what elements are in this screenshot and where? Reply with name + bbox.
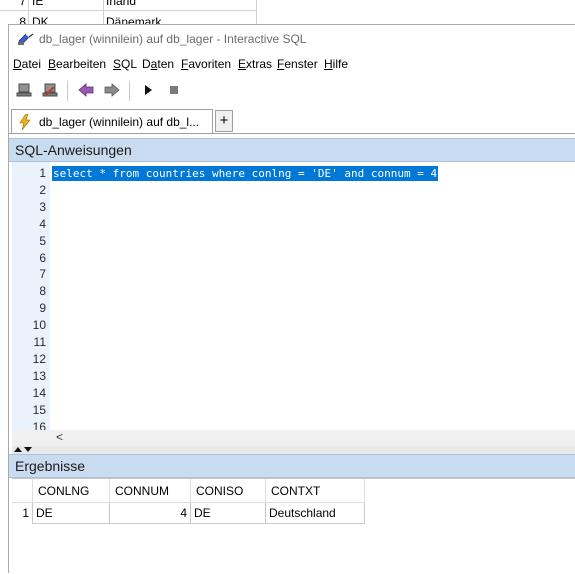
line-number: 5	[39, 233, 46, 248]
forward-button[interactable]	[101, 81, 123, 101]
row-number: 1	[12, 502, 33, 524]
connect-button[interactable]	[13, 81, 35, 101]
window-title: db_lager (winnilein) auf db_lager - Inte…	[39, 32, 307, 46]
menu-extras[interactable]: Extras	[238, 57, 272, 71]
forward-arrow-icon	[104, 82, 120, 100]
table-row[interactable]: 1 DE 4 DE Deutschland	[12, 502, 365, 524]
line-number: 4	[39, 216, 46, 231]
stop-button[interactable]	[163, 81, 185, 101]
line-number: 10	[32, 318, 46, 333]
results-section-title: Ergebnisse	[15, 458, 86, 474]
menu-fenster[interactable]: Fenster	[277, 57, 318, 71]
line-number: 12	[32, 351, 46, 366]
execute-icon	[142, 84, 154, 99]
column-header-conlng[interactable]: CONLNG	[32, 479, 110, 503]
table-header-row: CONLNG CONNUM CONISO CONTXT	[12, 479, 365, 503]
line-number: 6	[39, 250, 46, 265]
cell-contxt[interactable]: Deutschland	[265, 502, 365, 524]
lightning-icon	[18, 113, 32, 133]
connection-tabs: db_lager (winnilein) auf db_l... +	[9, 107, 575, 134]
disconnect-icon	[42, 82, 58, 101]
toolbar-separator	[129, 81, 130, 101]
horizontal-scrollbar[interactable]: <	[12, 430, 575, 446]
menu-key: E	[238, 57, 247, 71]
row-header-corner	[12, 479, 33, 503]
cell-coniso[interactable]: DE	[190, 502, 266, 524]
line-number: 13	[32, 368, 46, 383]
menu-hilfe[interactable]: Hilfe	[324, 57, 348, 71]
column-header-contxt[interactable]: CONTXT	[265, 479, 365, 503]
tab-label: db_lager (winnilein) auf db_l...	[39, 115, 200, 129]
country-code: IE	[32, 0, 44, 8]
disconnect-button[interactable]	[39, 81, 61, 101]
menu-key: F	[277, 57, 285, 71]
results-section-header: Ergebnisse	[9, 454, 575, 478]
toolbar-separator	[67, 81, 68, 101]
country-name: Irland	[106, 0, 137, 8]
tab-connection[interactable]: db_lager (winnilein) auf db_l...	[11, 109, 213, 133]
back-button[interactable]	[75, 81, 97, 101]
scroll-left-icon[interactable]: <	[56, 430, 63, 444]
cell-conlng[interactable]: DE	[32, 502, 110, 524]
stop-icon	[168, 84, 180, 99]
menu-key: F	[181, 57, 189, 71]
results-table: CONLNG CONNUM CONISO CONTXT 1 DE 4 DE De…	[12, 479, 365, 524]
sql-window-icon	[17, 32, 34, 46]
menu-key: H	[324, 57, 333, 71]
execute-button[interactable]	[137, 81, 159, 101]
sql-section-header: SQL-Anweisungen	[9, 138, 575, 162]
menu-bar: Datei Bearbeiten SQL Daten Favoriten Ext…	[9, 55, 575, 75]
row-divider	[0, 10, 256, 11]
line-number: 9	[39, 301, 46, 316]
line-number: 2	[39, 182, 46, 197]
add-tab-button[interactable]: +	[215, 110, 233, 132]
line-number: 8	[39, 284, 46, 299]
sql-section-title: SQL-Anweisungen	[15, 142, 132, 158]
connect-icon	[16, 82, 32, 101]
sql-statement[interactable]: select * from countries where conlng = '…	[52, 166, 439, 181]
interactive-sql-window: db_lager (winnilein) auf db_lager - Inte…	[8, 24, 575, 574]
menu-key: B	[48, 57, 57, 71]
line-number: 3	[39, 199, 46, 214]
menu-daten[interactable]: Daten	[142, 57, 174, 71]
line-number: 1	[39, 166, 46, 180]
column-header-coniso[interactable]: CONISO	[190, 479, 266, 503]
cell-connum[interactable]: 4	[109, 502, 191, 524]
menu-bearbeiten[interactable]: Bearbeiten	[48, 57, 106, 71]
menu-favoriten[interactable]: Favoriten	[181, 57, 231, 71]
menu-key: a	[150, 57, 158, 71]
back-arrow-icon	[78, 82, 94, 100]
line-number: 7	[39, 267, 46, 282]
menu-datei[interactable]: Datei	[13, 57, 41, 71]
title-bar[interactable]: db_lager (winnilein) auf db_lager - Inte…	[9, 25, 575, 53]
results-grid: CONLNG CONNUM CONISO CONTXT 1 DE 4 DE De…	[12, 478, 575, 574]
column-header-connum[interactable]: CONNUM	[109, 479, 191, 503]
line-number: 15	[32, 402, 46, 417]
toolbar	[9, 77, 575, 105]
line-number: 14	[32, 385, 46, 400]
row-number: 7	[19, 0, 26, 8]
menu-key: S	[113, 57, 122, 71]
pane-splitter[interactable]	[12, 446, 575, 454]
menu-key: D	[13, 57, 22, 71]
sql-editor[interactable]: 1 2 3 4 5 6 7 8 9 10 11 12 13 14 15 16 select * from co…	[12, 162, 575, 434]
line-number-gutter: 1 2 3 4 5 6 7 8 9 10 11 12 13 14 15 16	[12, 162, 50, 434]
line-number: 11	[33, 335, 46, 349]
menu-sql[interactable]: SQL	[113, 57, 137, 71]
